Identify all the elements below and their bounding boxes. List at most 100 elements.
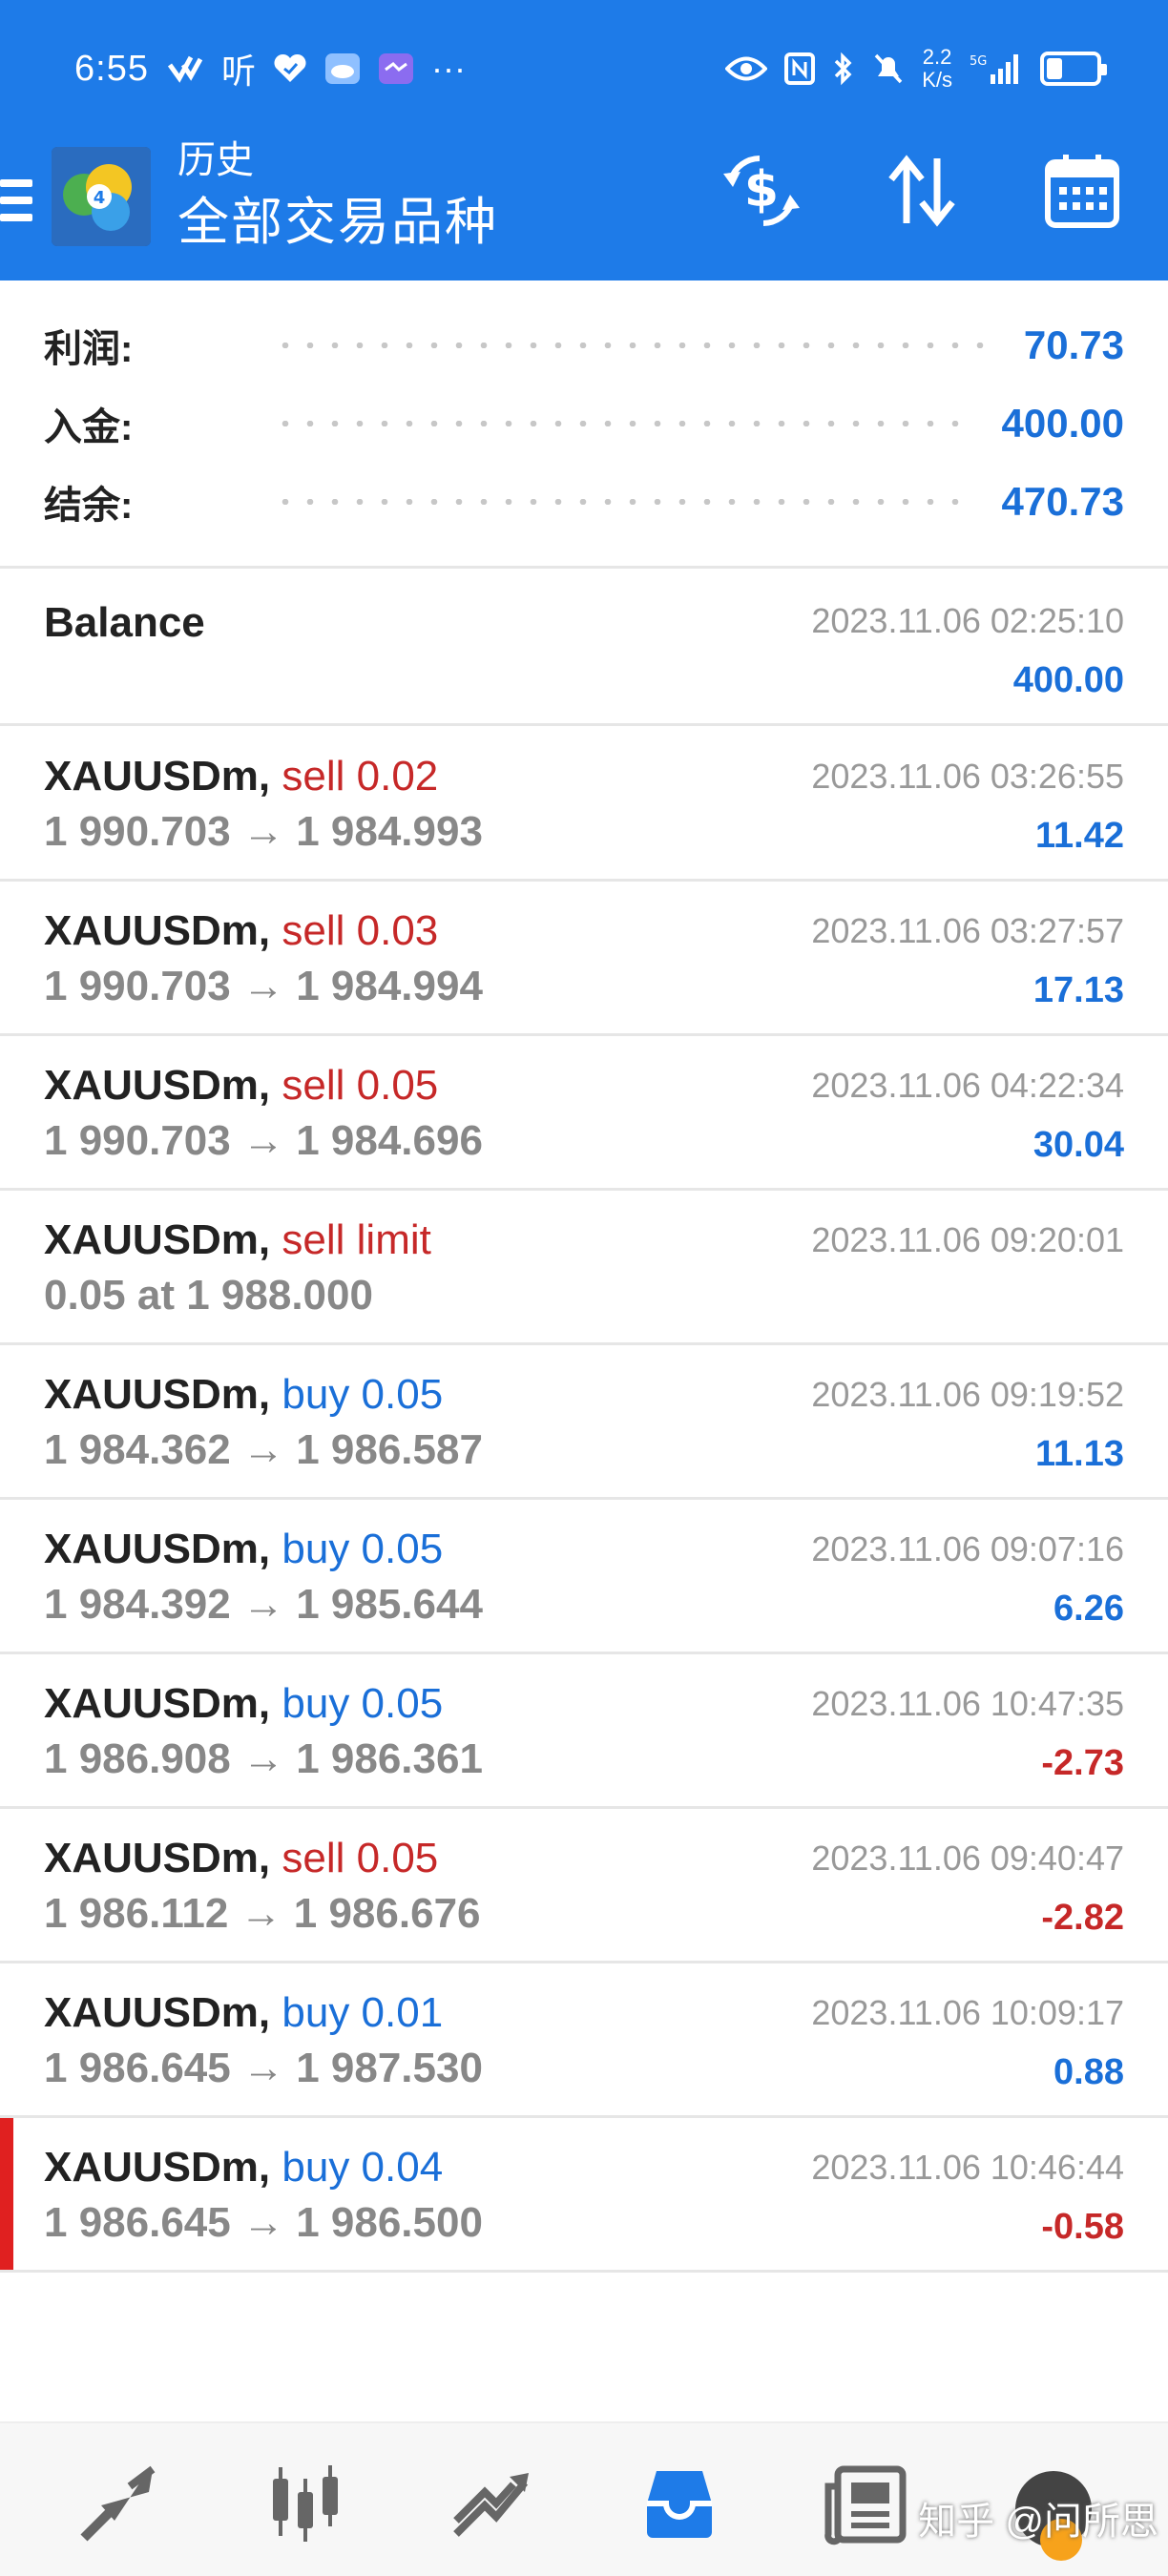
trade-symbol: XAUUSDm, (44, 907, 271, 954)
signal-icon: 5G (970, 52, 1023, 86)
summary-profit: 利润: 70.73 (44, 317, 1124, 374)
trade-row[interactable]: XAUUSDm, buy 0.05 1 986.908 → 1 986.361 … (0, 1654, 1168, 1809)
listen-app-icon: 听 (220, 52, 256, 91)
selected-accent-bar (0, 2118, 13, 2270)
trade-symbol: XAUUSDm, (44, 1371, 271, 1418)
trade-time: 2023.11.06 09:20:01 (811, 1220, 1124, 1259)
summary-deposit: 入金: 400.00 (44, 395, 1124, 452)
trade-row[interactable]: XAUUSDm, buy 0.05 1 984.362 → 1 986.587 … (0, 1345, 1168, 1500)
status-bar: 6:55 听 ··· 2.2 K/s 5G (0, 34, 1168, 103)
summary-balance: 结余: 470.73 (44, 473, 1124, 530)
net-speed: 2.2 K/s (922, 46, 952, 92)
trade-symbol: XAUUSDm, (44, 1526, 271, 1572)
trade-action: buy 0.05 (282, 1680, 444, 1727)
trade-action: buy 0.01 (282, 1989, 444, 2036)
trade-time: 2023.11.06 09:19:52 (811, 1375, 1124, 1414)
bluetooth-icon (832, 52, 855, 86)
trade-action: sell 0.03 (282, 907, 439, 954)
trade-time: 2023.11.06 09:40:47 (811, 1839, 1124, 1878)
trade-icon[interactable] (447, 2458, 538, 2549)
calendar-icon[interactable] (1042, 151, 1122, 231)
trade-prices: 1 984.392 → 1 985.644 (44, 1581, 483, 1628)
trade-time: 2023.11.06 09:07:16 (811, 1529, 1124, 1568)
status-time: 6:55 (74, 48, 149, 89)
trade-action: sell 0.05 (282, 1062, 439, 1109)
balance-value: 400.00 (1012, 660, 1124, 700)
trade-profit: 11.13 (1035, 1434, 1124, 1474)
trade-prices: 1 990.703 → 1 984.696 (44, 1117, 483, 1164)
page-title: 历史 (177, 139, 254, 181)
trade-prices: 1 990.703 → 1 984.994 (44, 963, 483, 1009)
trade-row[interactable]: XAUUSDm, sell 0.05 1 986.112 → 1 986.676… (0, 1809, 1168, 1963)
dotted-leader (273, 342, 986, 349)
menu-icon[interactable] (0, 170, 32, 225)
trade-action: buy 0.05 (282, 1526, 444, 1572)
status-right: 2.2 K/s 5G (725, 46, 1107, 92)
trade-time: 2023.11.06 03:26:55 (811, 757, 1124, 796)
trade-time: 2023.11.06 10:47:35 (811, 1684, 1124, 1723)
trade-profit: -0.58 (1041, 2207, 1124, 2247)
summary-value: 400.00 (1001, 401, 1124, 446)
trade-action: buy 0.05 (282, 1371, 444, 1418)
bottom-nav: 知乎 @问所思 (0, 2421, 1168, 2576)
news-icon[interactable] (821, 2458, 912, 2549)
trade-profit: -2.82 (1041, 1898, 1124, 1938)
trade-action: buy 0.04 (282, 2144, 444, 2191)
trade-prices: 1 984.362 → 1 986.587 (44, 1426, 483, 1473)
summary-label: 结余: (44, 485, 134, 527)
trade-row[interactable]: XAUUSDm, sell 0.03 1 990.703 → 1 984.994… (0, 882, 1168, 1036)
trade-time: 2023.11.06 10:46:44 (811, 2148, 1124, 2187)
summary-value: 70.73 (1023, 322, 1124, 367)
chart-candles-icon[interactable] (260, 2458, 351, 2549)
nfc-icon (784, 52, 816, 85)
trade-time: 2023.11.06 04:22:34 (811, 1066, 1124, 1105)
summary-label: 入金: (44, 406, 134, 448)
trade-symbol: XAUUSDm, (44, 1835, 271, 1881)
handshake-icon (378, 52, 414, 85)
trade-row[interactable]: XAUUSDm, sell 0.02 1 990.703 → 1 984.993… (0, 727, 1168, 882)
trade-profit: 6.26 (1053, 1589, 1124, 1629)
order-details: 0.05 at 1 988.000 (44, 1272, 373, 1319)
trade-symbol: XAUUSDm, (44, 2144, 271, 2191)
trade-symbol: XAUUSDm, (44, 1680, 271, 1727)
dotted-leader (273, 498, 964, 506)
symbol-filter-title[interactable]: 全部交易品种 (177, 187, 498, 258)
trade-profit: 17.13 (1032, 970, 1124, 1010)
net-speed-unit: K/s (922, 68, 952, 92)
trade-profit: 30.04 (1032, 1125, 1124, 1165)
sort-icon[interactable] (882, 151, 962, 231)
balance-label: Balance (44, 599, 205, 646)
trade-symbol: XAUUSDm, (44, 1989, 271, 2036)
trade-profit: -2.73 (1041, 1743, 1124, 1783)
order-row[interactable]: XAUUSDm, sell limit 0.05 at 1 988.000 20… (0, 1191, 1168, 1345)
trade-row[interactable]: XAUUSDm, buy 0.01 1 986.645 → 1 987.530 … (0, 1963, 1168, 2118)
mute-bell-icon (872, 52, 905, 86)
trade-prices: 1 986.645 → 1 986.500 (44, 2199, 483, 2246)
trade-symbol: XAUUSDm, (44, 753, 271, 800)
battery-icon (1040, 52, 1107, 86)
trade-time: 2023.11.06 10:09:17 (811, 1993, 1124, 2032)
title-block: 历史 全部交易品种 (177, 134, 498, 258)
net-speed-value: 2.2 (922, 45, 952, 69)
balance-row[interactable]: Balance 2023.11.06 02:25:10 400.00 (0, 571, 1168, 726)
status-more: ··· (430, 49, 466, 88)
trade-row-selected[interactable]: XAUUSDm, buy 0.04 1 986.645 → 1 986.500 … (0, 2118, 1168, 2273)
trade-action: sell 0.05 (282, 1835, 439, 1881)
trade-profit: 11.42 (1035, 816, 1124, 856)
trade-action: sell 0.02 (282, 753, 439, 800)
app-notification-icon (166, 52, 204, 86)
summary-value: 470.73 (1001, 479, 1124, 524)
trade-time: 2023.11.06 03:27:57 (811, 911, 1124, 950)
cloud-icon (324, 52, 361, 85)
trade-row[interactable]: XAUUSDm, buy 0.05 1 984.392 → 1 985.644 … (0, 1500, 1168, 1654)
trade-prices: 1 986.645 → 1 987.530 (44, 2045, 483, 2091)
quotes-icon[interactable] (73, 2458, 164, 2549)
heart-icon (273, 52, 307, 85)
svg-text:$: $ (744, 161, 779, 218)
currency-exchange-icon[interactable]: $ (721, 151, 802, 231)
trade-symbol: XAUUSDm, (44, 1062, 271, 1109)
trade-prices: 1 986.908 → 1 986.361 (44, 1735, 483, 1782)
history-icon[interactable] (634, 2458, 725, 2549)
net-type: 5G (970, 54, 987, 69)
trade-row[interactable]: XAUUSDm, sell 0.05 1 990.703 → 1 984.696… (0, 1036, 1168, 1191)
